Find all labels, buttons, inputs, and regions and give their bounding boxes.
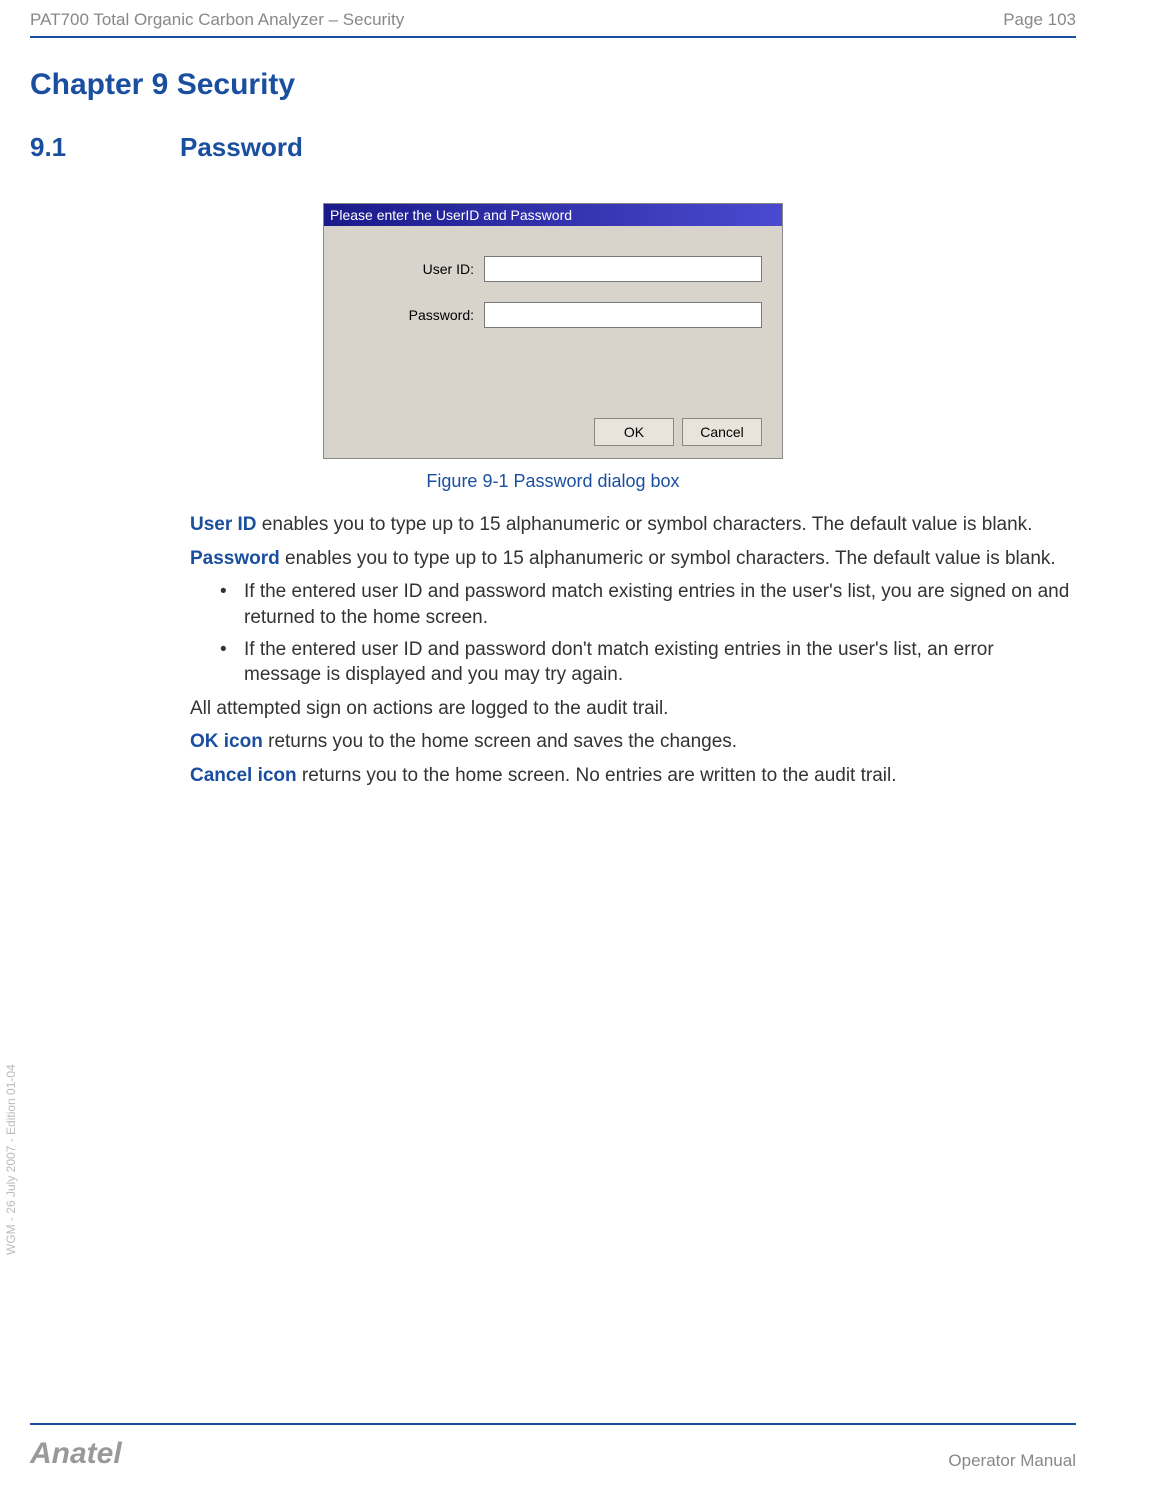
section-heading: 9.1 Password	[30, 132, 1076, 163]
password-input[interactable]	[484, 302, 762, 328]
password-dialog: Please enter the UserID and Password Use…	[323, 203, 783, 459]
dialog-title-bar: Please enter the UserID and Password	[324, 204, 782, 226]
term-cancel-icon: Cancel icon	[190, 765, 297, 786]
figure: Please enter the UserID and Password Use…	[30, 203, 1076, 492]
text-ok: returns you to the home screen and saves…	[263, 731, 737, 752]
user-id-input[interactable]	[484, 256, 762, 282]
footer-doc-type: Operator Manual	[948, 1451, 1076, 1471]
figure-caption: Figure 9-1 Password dialog box	[426, 471, 679, 492]
cancel-button[interactable]: Cancel	[682, 418, 762, 446]
list-item: If the entered user ID and password don'…	[220, 637, 1076, 688]
paragraph-password: Password enables you to type up to 15 al…	[190, 546, 1076, 572]
section-title: Password	[180, 132, 303, 163]
paragraph-ok: OK icon returns you to the home screen a…	[190, 729, 1076, 755]
page-header: PAT700 Total Organic Carbon Analyzer – S…	[0, 0, 1156, 36]
page-footer: Anatel Operator Manual	[30, 1437, 1076, 1471]
footer-rule	[30, 1423, 1076, 1425]
password-row: Password:	[344, 302, 762, 328]
user-id-label: User ID:	[344, 261, 474, 277]
term-password: Password	[190, 548, 280, 569]
paragraph-user-id: User ID enables you to type up to 15 alp…	[190, 512, 1076, 538]
paragraph-cancel: Cancel icon returns you to the home scre…	[190, 763, 1076, 789]
text-password: enables you to type up to 15 alphanumeri…	[280, 548, 1056, 569]
footer-brand: Anatel	[30, 1437, 122, 1471]
dialog-button-row: OK Cancel	[324, 408, 782, 458]
term-user-id: User ID	[190, 514, 257, 535]
term-ok-icon: OK icon	[190, 731, 263, 752]
side-revision-text: WGM - 26 July 2007 - Edition 01-04	[4, 1064, 18, 1255]
list-item: If the entered user ID and password matc…	[220, 579, 1076, 630]
password-label: Password:	[344, 307, 474, 323]
section-number: 9.1	[30, 132, 180, 163]
header-right: Page 103	[1003, 10, 1076, 30]
header-left: PAT700 Total Organic Carbon Analyzer – S…	[30, 10, 404, 30]
dialog-body: User ID: Password:	[324, 226, 782, 368]
content: Chapter 9 Security 9.1 Password Please e…	[0, 38, 1156, 789]
chapter-title: Chapter 9 Security	[30, 68, 1076, 102]
ok-button[interactable]: OK	[594, 418, 674, 446]
paragraph-audit: All attempted sign on actions are logged…	[190, 696, 1076, 722]
bullet-list: If the entered user ID and password matc…	[190, 579, 1076, 688]
text-cancel: returns you to the home screen. No entri…	[297, 765, 897, 786]
text-user-id: enables you to type up to 15 alphanumeri…	[257, 514, 1033, 535]
user-id-row: User ID:	[344, 256, 762, 282]
body-text: User ID enables you to type up to 15 alp…	[190, 512, 1076, 789]
